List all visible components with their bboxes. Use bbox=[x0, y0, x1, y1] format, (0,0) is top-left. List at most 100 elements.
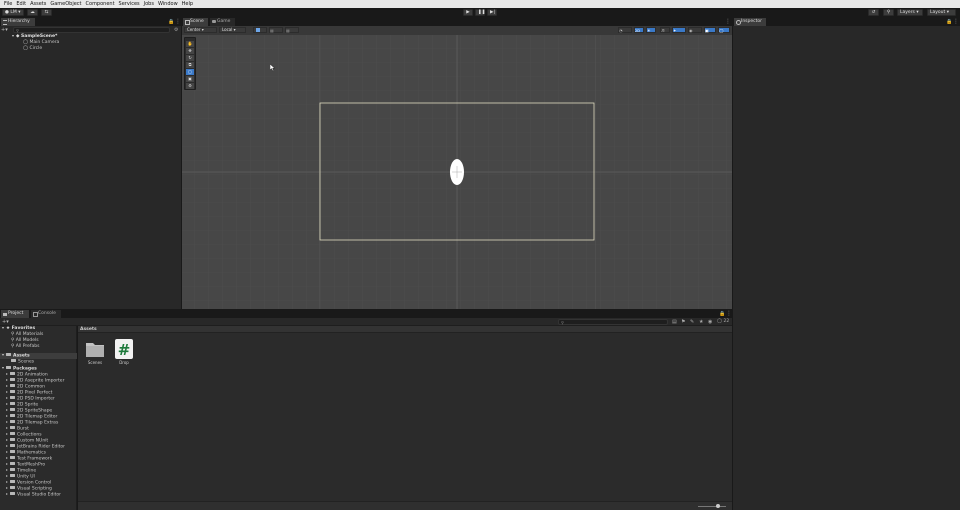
package-item-label: 2D Tilemap Extras bbox=[17, 420, 59, 426]
package-item-label: Visual Scripting bbox=[17, 486, 52, 492]
package-item-label: Collections bbox=[17, 432, 42, 438]
icon-size-slider-handle[interactable] bbox=[716, 504, 720, 508]
grid-snap-button[interactable] bbox=[253, 27, 267, 33]
tab-game[interactable]: Game bbox=[210, 18, 235, 26]
ruler-button[interactable]: ▦ bbox=[285, 27, 299, 33]
filter-type-icon[interactable]: ▤ bbox=[672, 319, 677, 325]
audio-toggle[interactable]: ♬ bbox=[660, 27, 670, 33]
search-icon: ⚲ bbox=[16, 28, 19, 33]
menu-help[interactable]: Help bbox=[182, 1, 193, 7]
effects-dropdown[interactable]: ✦ bbox=[672, 27, 686, 33]
game-icon bbox=[212, 20, 216, 23]
cloud-button[interactable]: ☁ bbox=[27, 9, 38, 16]
scale-tool-button[interactable]: ⧉ bbox=[186, 62, 194, 68]
snap-increment-button[interactable]: ▦ bbox=[269, 27, 283, 33]
menu-component[interactable]: Component bbox=[86, 1, 115, 7]
search-options-icon[interactable]: ⚙ bbox=[174, 27, 178, 33]
account-dropdown[interactable]: ● LM ▾ bbox=[2, 9, 24, 16]
filter-log-icon[interactable]: ✎ bbox=[690, 319, 694, 325]
more-options-icon[interactable]: ⋮ bbox=[726, 310, 732, 317]
more-options-icon[interactable]: ⋮ bbox=[175, 18, 181, 25]
tree-item-scenes[interactable]: Scenes bbox=[11, 358, 34, 365]
asset-item-scenes[interactable]: Scenes bbox=[84, 339, 106, 369]
favorite-item-all-prefabs[interactable]: ⚲ All Prefabs bbox=[11, 344, 39, 350]
hierarchy-item-label: Circle bbox=[29, 46, 43, 51]
draw-mode-dropdown[interactable]: ◔ bbox=[618, 27, 632, 33]
step-button[interactable]: ▶| bbox=[487, 9, 497, 16]
lock-icon[interactable]: 🔒 bbox=[719, 311, 725, 317]
hierarchy-item-circle[interactable]: ◯ Circle bbox=[23, 46, 42, 52]
gizmos-dropdown[interactable]: ◯ bbox=[718, 27, 730, 33]
favorite-item-label: All Prefabs bbox=[15, 344, 40, 349]
project-search-input[interactable]: ⚲ bbox=[558, 319, 668, 325]
icon-size-slider[interactable] bbox=[698, 506, 726, 507]
collapse-arrow-icon bbox=[6, 462, 8, 465]
pivot-dropdown[interactable]: Center ▾ bbox=[184, 27, 217, 33]
expand-arrow-icon bbox=[2, 326, 4, 329]
favorites-label: Favorites bbox=[11, 326, 36, 331]
transform-tool-button[interactable]: ▣ bbox=[186, 76, 194, 82]
package-item-label: Custom NUnit bbox=[17, 438, 49, 444]
package-item-label: 2D Tilemap Editor bbox=[17, 414, 58, 420]
account-label: LM bbox=[10, 10, 17, 15]
menu-services[interactable]: Services bbox=[119, 1, 140, 7]
menu-assets[interactable]: Assets bbox=[30, 1, 46, 7]
tab-scene[interactable]: Scene bbox=[183, 18, 208, 26]
lighting-toggle[interactable]: ☀ bbox=[646, 27, 656, 33]
space-dropdown[interactable]: Local ▾ bbox=[219, 27, 246, 33]
asset-item-drop-script[interactable]: # Drop bbox=[113, 338, 135, 369]
move-tool-button[interactable]: ✥ bbox=[186, 48, 194, 54]
history-button[interactable]: ↺ bbox=[868, 9, 879, 16]
folder-icon bbox=[10, 479, 15, 483]
rotate-tool-button[interactable]: ↻ bbox=[186, 55, 194, 61]
folder-icon bbox=[10, 467, 15, 471]
more-options-icon[interactable]: ⋮ bbox=[725, 18, 731, 25]
tab-project[interactable]: Project bbox=[1, 310, 29, 318]
layout-label: Layout bbox=[930, 10, 946, 15]
scene-viewport[interactable]: ✋ ✥ ↻ ⧉ ▢ ▣ ⚙ bbox=[182, 35, 732, 309]
menu-file[interactable]: File bbox=[4, 1, 12, 7]
rect-tool-button[interactable]: ▢ bbox=[186, 69, 194, 75]
collab-icon: ⇆ bbox=[44, 10, 49, 15]
package-item-label: 2D Pixel Perfect bbox=[17, 390, 53, 396]
breadcrumb-assets[interactable]: Assets bbox=[80, 326, 97, 333]
tab-inspector[interactable]: Inspector bbox=[734, 18, 766, 26]
layout-dropdown[interactable]: Layout ▾ bbox=[927, 9, 956, 16]
collapse-arrow-icon bbox=[6, 480, 8, 483]
layers-label: Layers bbox=[900, 10, 915, 15]
tab-hierarchy[interactable]: Hierarchy bbox=[1, 18, 35, 26]
more-options-icon[interactable]: ⋮ bbox=[953, 18, 959, 25]
collab-button[interactable]: ⇆ bbox=[41, 9, 52, 16]
pause-button[interactable]: ❚❚ bbox=[475, 9, 486, 16]
menu-jobs[interactable]: Jobs bbox=[144, 1, 154, 7]
lock-icon[interactable]: 🔒 bbox=[946, 19, 952, 25]
favorite-icon[interactable]: ★ bbox=[699, 319, 703, 325]
camera-settings-button[interactable]: ▣ bbox=[704, 27, 716, 33]
2d-toggle[interactable]: 2D bbox=[634, 27, 644, 33]
search-button[interactable]: ⚲ bbox=[883, 9, 894, 16]
layers-dropdown[interactable]: Layers ▾ bbox=[897, 9, 923, 16]
menu-gameobject[interactable]: GameObject bbox=[50, 1, 81, 7]
hierarchy-search-input[interactable]: ⚲ bbox=[13, 27, 170, 33]
menu-window[interactable]: Window bbox=[158, 1, 178, 7]
hidden-objects-toggle[interactable]: ◉ bbox=[688, 27, 702, 33]
pivot-label: Center bbox=[187, 27, 201, 32]
custom-tool-button[interactable]: ⚙ bbox=[186, 83, 194, 89]
tab-console[interactable]: Console bbox=[31, 310, 61, 318]
hidden-packages-icon[interactable]: ◉ bbox=[708, 319, 712, 325]
transform-icon: ▣ bbox=[188, 76, 192, 81]
lock-icon[interactable]: 🔒 bbox=[168, 19, 174, 25]
folder-icon bbox=[10, 473, 15, 477]
create-button[interactable]: +▾ bbox=[1, 27, 11, 33]
create-asset-button[interactable]: +▾ bbox=[2, 319, 12, 325]
hand-tool-button[interactable]: ✋ bbox=[186, 41, 194, 47]
collapse-arrow-icon bbox=[6, 486, 8, 489]
folder-icon bbox=[10, 449, 15, 453]
filter-label-icon[interactable]: ⚑ bbox=[681, 319, 685, 325]
menu-edit[interactable]: Edit bbox=[16, 1, 26, 7]
play-button[interactable]: ▶ bbox=[463, 9, 473, 16]
folder-icon bbox=[10, 413, 15, 417]
package-item[interactable]: Visual Studio Editor bbox=[6, 491, 61, 498]
collapse-arrow-icon bbox=[6, 492, 8, 495]
package-item-label: Burst bbox=[17, 426, 29, 432]
